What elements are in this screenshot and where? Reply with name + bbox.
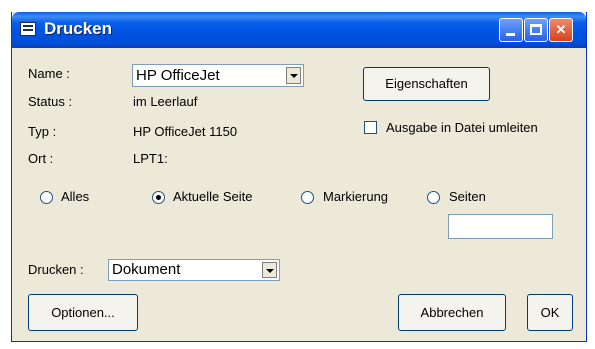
radio-pages-label: Seiten — [449, 189, 486, 204]
print-what-select[interactable]: Dokument — [108, 259, 280, 281]
print-to-file-label: Ausgabe in Datei umleiten — [386, 120, 538, 135]
maximize-icon — [530, 24, 542, 35]
print-what-value: Dokument — [112, 261, 181, 278]
name-label: Name : — [28, 66, 70, 81]
window-title: Drucken — [44, 19, 113, 38]
location-label: Ort : — [28, 151, 54, 166]
pages-input[interactable] — [448, 214, 553, 239]
printer-name-select[interactable]: HP OfficeJet — [132, 64, 304, 87]
maximize-button[interactable] — [524, 18, 548, 42]
radio-current-page-label: Aktuelle Seite — [173, 189, 253, 204]
print-what-label: Drucken : — [28, 262, 84, 277]
ok-button[interactable]: OK — [527, 294, 573, 331]
type-value: HP OfficeJet 1150 — [133, 124, 238, 139]
print-to-file-checkbox[interactable] — [364, 121, 377, 134]
radio-all-label: Alles — [61, 189, 90, 204]
minimize-icon — [506, 33, 515, 36]
window-menu-icon[interactable] — [20, 22, 36, 36]
radio-all[interactable] — [40, 191, 53, 204]
chevron-down-icon[interactable] — [286, 67, 301, 84]
minimize-button[interactable] — [499, 18, 523, 42]
radio-pages[interactable] — [427, 191, 440, 204]
status-label: Status : — [28, 94, 73, 109]
title-bar[interactable]: Drucken ✕ — [12, 12, 586, 48]
print-dialog: Drucken ✕ Name : HP OfficeJet Status : i… — [11, 12, 587, 342]
printer-name-value: HP OfficeJet — [136, 67, 220, 84]
properties-button[interactable]: Eigenschaften — [363, 67, 490, 101]
status-value: im Leerlauf — [133, 94, 198, 109]
type-label: Typ : — [28, 124, 57, 139]
radio-current-page[interactable] — [152, 191, 165, 204]
cancel-button[interactable]: Abbrechen — [398, 294, 506, 331]
chevron-down-icon[interactable] — [262, 262, 277, 278]
options-button[interactable]: Optionen... — [28, 294, 138, 331]
radio-selection[interactable] — [301, 191, 314, 204]
radio-selection-label: Markierung — [323, 189, 389, 204]
close-icon: ✕ — [555, 22, 567, 37]
close-button[interactable]: ✕ — [549, 18, 573, 42]
location-value: LPT1: — [133, 151, 168, 166]
